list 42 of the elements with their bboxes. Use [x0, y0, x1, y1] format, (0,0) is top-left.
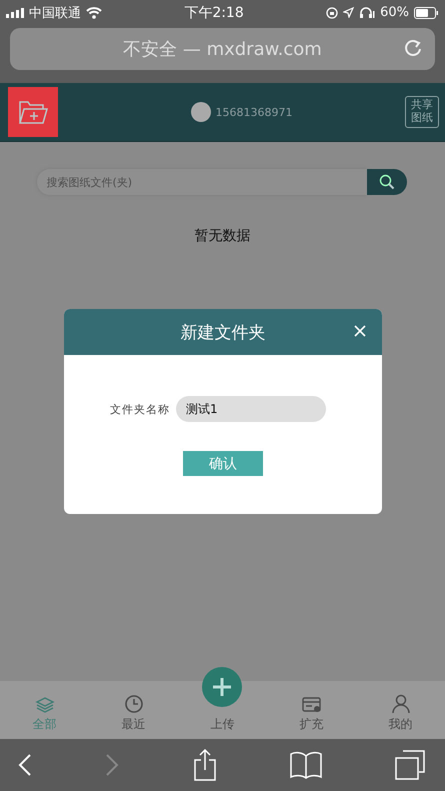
search-button[interactable] [366, 169, 406, 195]
search-field[interactable]: 搜索图纸文件(夹) [36, 169, 366, 195]
search-icon [378, 174, 394, 190]
tab[interactable]: 上传 [178, 681, 267, 739]
battery-percent: 60% [380, 5, 409, 20]
empty-message: 暂无数据 [194, 227, 250, 245]
location-icon [343, 7, 354, 18]
card-icon [302, 696, 322, 714]
signal-icon [6, 8, 24, 18]
clock-icon [124, 694, 144, 714]
tab[interactable]: 全部 [0, 681, 89, 739]
new-folder-button[interactable] [8, 87, 58, 137]
address-bar[interactable]: 不安全 — mxdraw.com [10, 28, 435, 70]
folder-plus-icon [18, 99, 48, 125]
person-icon [390, 694, 410, 714]
layers-icon [34, 696, 54, 714]
status-time: 下午2:18 [184, 4, 244, 22]
tab[interactable]: 我的 [356, 681, 445, 739]
address-text: 不安全 — mxdraw.com [123, 38, 322, 61]
tab[interactable]: 最近 [89, 681, 178, 739]
rotation-lock-icon [326, 6, 338, 18]
share-drawings-button[interactable]: 共享图纸 [404, 96, 439, 128]
headphones-icon [359, 6, 376, 18]
reload-icon[interactable] [403, 39, 423, 59]
close-button[interactable] [354, 325, 366, 337]
wifi-icon [86, 6, 102, 18]
user-phone: 15681368971 [216, 106, 292, 118]
carrier-name: 中国联通 [29, 4, 81, 22]
book-icon[interactable] [290, 751, 322, 779]
confirm-button[interactable]: 确认 [183, 451, 263, 476]
plus-icon [212, 677, 232, 697]
folder-name-field[interactable]: 测试1 [176, 396, 326, 422]
dialog-title: 新建文件夹 [180, 322, 266, 344]
back-icon[interactable] [18, 753, 32, 777]
close-icon [354, 325, 366, 337]
tab[interactable]: 扩充 [267, 681, 356, 739]
tabs-icon[interactable] [395, 750, 425, 780]
battery-icon [414, 6, 439, 18]
share-icon[interactable] [192, 749, 216, 781]
upload-button[interactable] [202, 667, 242, 707]
avatar [190, 102, 210, 122]
field-label: 文件夹名称 [110, 402, 170, 416]
